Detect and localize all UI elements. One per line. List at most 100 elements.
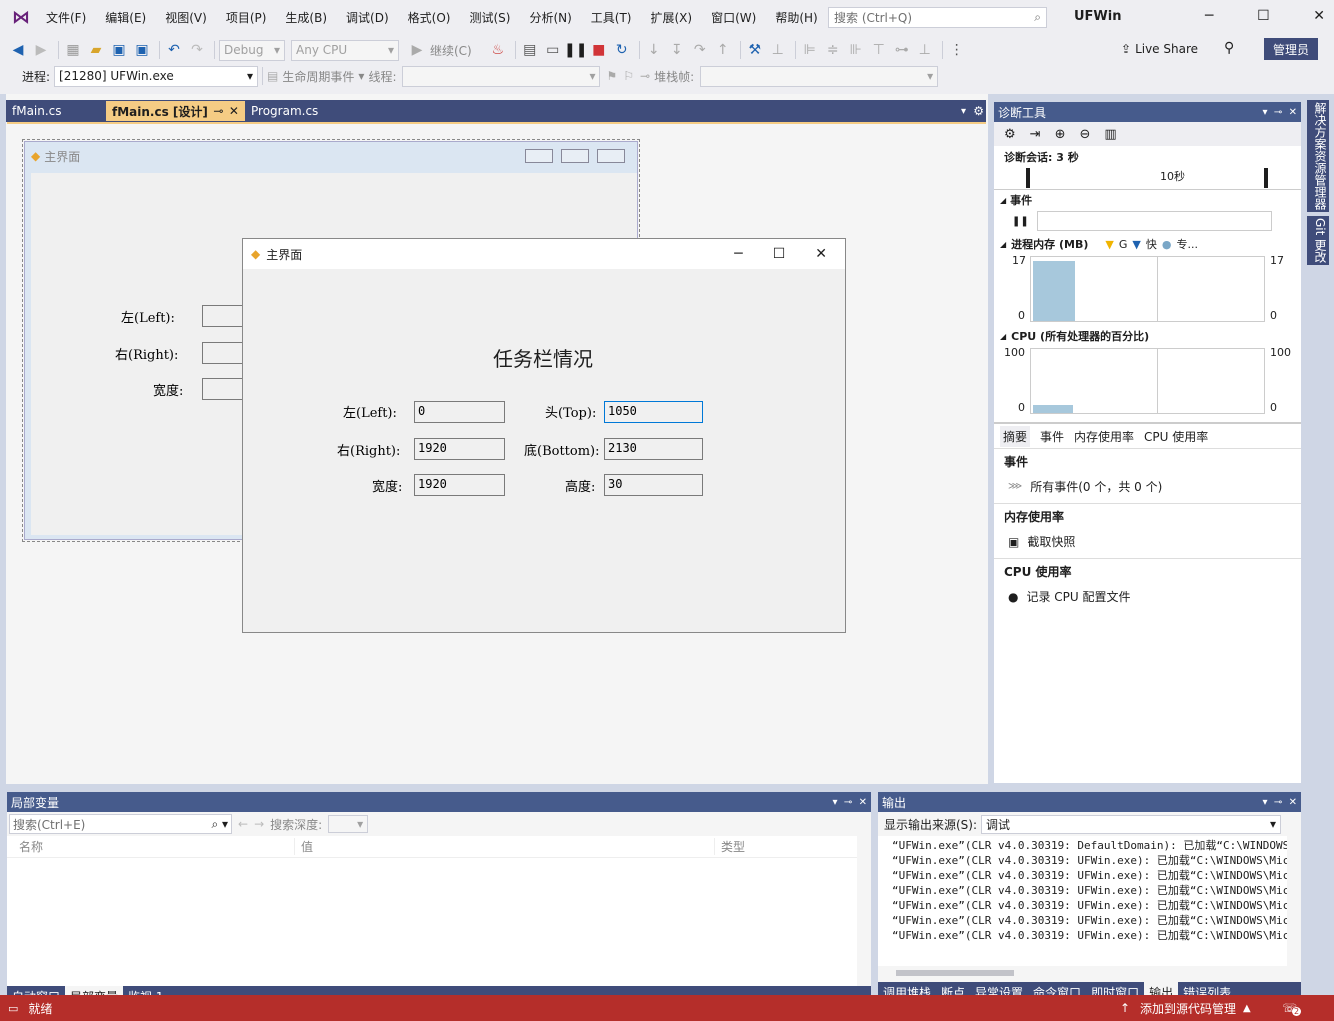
menu-item[interactable]: 项目(P) — [226, 9, 267, 26]
continue-label[interactable]: 继续(C) — [430, 42, 472, 59]
align-top-icon[interactable]: ⊤ — [869, 40, 889, 60]
close-icon[interactable]: ✕ — [815, 246, 827, 262]
pin-icon[interactable]: ⊸ — [1274, 797, 1282, 808]
open-icon[interactable]: ▰ — [86, 40, 106, 60]
flags-icon[interactable]: ⚐ — [623, 69, 634, 83]
menu-item[interactable]: 窗口(W) — [711, 9, 756, 26]
chevron-up-icon[interactable]: ▲ — [1243, 1003, 1251, 1014]
height-field[interactable]: 30 — [604, 474, 703, 496]
align-bottom-icon[interactable]: ⊥ — [915, 40, 935, 60]
stackframe-dropdown[interactable]: ▾ — [700, 65, 939, 87]
pause-icon[interactable]: ❚❚ — [1012, 216, 1029, 227]
forward-icon[interactable]: → — [254, 817, 264, 831]
record-cpu-button[interactable]: 记录 CPU 配置文件 — [1026, 588, 1130, 605]
tab-cpu-usage[interactable]: CPU 使用率 — [1144, 428, 1208, 445]
save-all-icon[interactable]: ▣ — [132, 40, 152, 60]
stack-icon[interactable]: ⊸ — [640, 69, 650, 83]
pause-icon[interactable]: ❚❚ — [564, 40, 587, 60]
close-tab-icon[interactable]: ✕ — [229, 104, 239, 118]
output-source-dropdown[interactable]: 调试 ▾ — [981, 814, 1282, 834]
dropdown-icon[interactable]: ▾ — [1262, 797, 1267, 808]
zoom-out-icon[interactable]: ⊖ — [1079, 127, 1090, 142]
menu-item[interactable]: 编辑(E) — [105, 9, 146, 26]
live-share-button[interactable]: ⇪ Live Share — [1121, 39, 1198, 59]
menu-item[interactable]: 工具(T) — [591, 9, 632, 26]
pin-icon[interactable]: ⊸ — [213, 104, 223, 118]
minimize-icon[interactable]: ─ — [1205, 8, 1213, 24]
menu-item[interactable]: 测试(S) — [469, 9, 510, 26]
minimize-icon[interactable]: ─ — [734, 246, 742, 262]
lifecycle-label[interactable]: 生命周期事件 — [282, 68, 354, 85]
flag-icon[interactable]: ⚑ — [606, 69, 617, 83]
menu-item[interactable]: 文件(F) — [46, 9, 86, 26]
menu-item[interactable]: 调试(D) — [346, 9, 389, 26]
new-project-icon[interactable]: ▦ — [63, 40, 83, 60]
output-vscroll[interactable] — [1287, 836, 1301, 966]
stop-icon[interactable]: ■ — [589, 40, 609, 60]
tab-program-cs[interactable]: Program.cs — [245, 101, 365, 121]
spacing-icon[interactable]: ⋮ — [947, 40, 967, 60]
redo-icon[interactable]: ↷ — [187, 40, 207, 60]
step-into-icon[interactable]: ↓ — [644, 40, 664, 60]
step-over-icon[interactable]: ↧ — [667, 40, 687, 60]
locals-search-input[interactable]: 搜索(Ctrl+E) ⌕ ▾ — [9, 814, 232, 834]
zoom-in-icon[interactable]: ⊕ — [1055, 127, 1066, 142]
bottom-field[interactable]: 2130 — [604, 438, 703, 460]
search-depth-dropdown[interactable]: ▾ — [328, 815, 369, 833]
menu-item[interactable]: 视图(V) — [165, 9, 207, 26]
gear-icon[interactable]: ⚙ — [1004, 127, 1016, 142]
thread-dropdown[interactable]: ▾ — [402, 65, 601, 87]
export-icon[interactable]: ⇥ — [1030, 127, 1041, 142]
menu-item[interactable]: 分析(N) — [529, 9, 571, 26]
top-field[interactable]: 1050 — [604, 401, 703, 423]
step-back-icon[interactable]: ↷ — [690, 40, 710, 60]
process-dropdown[interactable]: [21280] UFWin.exe ▾ — [54, 65, 259, 87]
menu-item[interactable]: 生成(B) — [285, 9, 327, 26]
admin-badge[interactable]: 管理员 — [1264, 38, 1318, 60]
back-icon[interactable]: ← — [238, 817, 248, 831]
platform-dropdown[interactable]: Any CPU ▾ — [291, 39, 399, 61]
col-type[interactable]: 类型 — [715, 838, 745, 855]
continue-icon[interactable]: ▶ — [407, 40, 427, 60]
back-icon[interactable]: ◀ — [8, 40, 28, 60]
take-snapshot-button[interactable]: 截取快照 — [1027, 533, 1075, 550]
output-hscroll[interactable] — [878, 966, 1301, 982]
menu-item[interactable]: 扩展(X) — [650, 9, 692, 26]
tab-memory-usage[interactable]: 内存使用率 — [1074, 428, 1134, 445]
undo-icon[interactable]: ↶ — [164, 40, 184, 60]
maximize-icon[interactable]: ☐ — [773, 246, 786, 262]
forward-icon[interactable]: ▶ — [31, 40, 51, 60]
vs-logo-icon[interactable]: ⋈ — [10, 6, 32, 28]
col-value[interactable]: 值 — [295, 838, 715, 855]
close-icon[interactable]: ✕ — [1289, 107, 1297, 118]
align-right-icon[interactable]: ⊪ — [846, 40, 866, 60]
search-input[interactable]: 搜索 (Ctrl+Q) ⌕ — [828, 7, 1047, 28]
settings-icon[interactable]: ⚙ — [973, 104, 984, 118]
locals-scrollbar[interactable] — [857, 836, 871, 986]
pin-icon[interactable]: ⊸ — [844, 797, 852, 808]
tab-overflow-icon[interactable]: ▾ — [961, 106, 966, 117]
align-left-icon[interactable]: ⊫ — [800, 40, 820, 60]
tab-events[interactable]: 事件 — [1040, 428, 1064, 445]
width-field[interactable]: 1920 — [414, 474, 505, 496]
tab-summary[interactable]: 摘要 — [1000, 425, 1031, 447]
all-events-link[interactable]: 所有事件(0 个，共 0 个) — [1030, 478, 1162, 495]
align-center-icon[interactable]: ≑ — [823, 40, 843, 60]
chart-icon[interactable]: ▥ — [1104, 127, 1116, 142]
menu-item[interactable]: 格式(O) — [408, 9, 451, 26]
browse-icon[interactable]: ▤ — [520, 40, 540, 60]
maximize-icon[interactable]: ☐ — [1257, 8, 1270, 24]
dropdown-icon[interactable]: ▾ — [1262, 107, 1267, 118]
add-to-source-control[interactable]: 添加到源代码管理 — [1140, 1000, 1236, 1017]
layout-icon[interactable]: ⊥ — [768, 40, 788, 60]
pin-icon[interactable]: ⊸ — [1274, 107, 1282, 118]
right-field[interactable]: 1920 — [414, 438, 505, 460]
restart-icon[interactable]: ↻ — [612, 40, 632, 60]
step-out-icon[interactable]: ↑ — [713, 40, 733, 60]
screen-icon[interactable]: ▭ — [543, 40, 563, 60]
lifecycle-icon[interactable]: ▤ — [267, 69, 278, 83]
config-dropdown[interactable]: Debug ▾ — [219, 39, 285, 61]
hex-icon[interactable]: ⚒ — [745, 40, 765, 60]
feedback-icon[interactable]: ⚲ — [1224, 40, 1234, 56]
close-icon[interactable]: ✕ — [1289, 797, 1297, 808]
